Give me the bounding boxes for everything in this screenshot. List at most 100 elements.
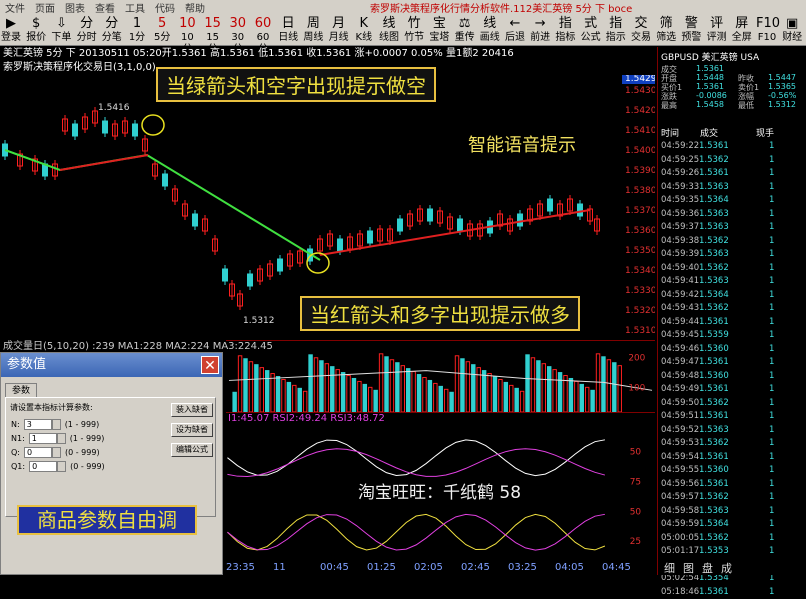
toolbar-button[interactable]: ⚖ 重传 <box>454 16 476 45</box>
tab-params[interactable]: 参数 <box>5 383 37 397</box>
trade-row[interactable]: 04:59:251.5362 1 <box>661 154 801 167</box>
trade-price: 1.5361 <box>699 586 729 597</box>
toolbar-button[interactable]: 评评测 <box>706 16 728 45</box>
menu-item[interactable]: 代码 <box>150 0 180 15</box>
trade-row[interactable]: 04:59:541.5361 1 <box>661 451 801 464</box>
param-input[interactable]: 0 <box>24 447 52 458</box>
toolbar-button[interactable]: ⇩ 下单 <box>50 16 72 45</box>
trade-row[interactable]: 04:59:511.5361 1 <box>661 410 801 423</box>
menu-item[interactable]: 文件 <box>0 0 30 15</box>
toolbar-button[interactable]: 月月线 <box>328 16 350 45</box>
trade-row[interactable]: 05:00:051.5362 1 <box>661 532 801 545</box>
toolbar-button[interactable]: 指指示 <box>605 16 627 45</box>
trade-price: 1.5361 <box>699 451 729 462</box>
toolbar-button[interactable]: 分分笔 <box>101 16 123 45</box>
trade-price: 1.5363 <box>699 181 729 192</box>
dialog-button[interactable]: 装入缺省 <box>171 403 213 417</box>
trade-row[interactable]: 05:01:171.5353 1 <box>661 545 801 558</box>
trade-row[interactable]: 04:59:481.5360 1 <box>661 370 801 383</box>
trade-row[interactable]: 04:59:571.5362 1 <box>661 491 801 504</box>
param-input[interactable]: 3 <box>23 419 52 430</box>
toolbar-button[interactable]: 1 1分 <box>126 16 148 45</box>
toolbar-button[interactable]: K K线 <box>353 16 375 45</box>
close-icon[interactable]: ✕ <box>201 356 219 374</box>
dialog-button[interactable]: 设为缺省 <box>171 423 213 437</box>
trade-row[interactable]: 04:59:501.5362 1 <box>661 397 801 410</box>
trade-price: 1.5361 <box>699 478 729 489</box>
toolbar-label: 竹节 <box>404 32 425 43</box>
trade-row[interactable]: 04:59:381.5362 1 <box>661 235 801 248</box>
toolbar-button[interactable]: ▶ 登录 <box>0 16 22 45</box>
quote-field: 1.5361 <box>696 64 724 73</box>
trade-row[interactable]: 04:59:461.5360 1 <box>661 343 801 356</box>
trade-row[interactable]: 04:59:521.5363 1 <box>661 424 801 437</box>
toolbar-button[interactable]: 宝宝塔 <box>428 16 450 45</box>
toolbar-button[interactable]: F10 F10 <box>756 16 780 45</box>
trade-volume: 1 <box>769 546 775 556</box>
trade-row[interactable]: 04:59:361.5363 1 <box>661 208 801 221</box>
trade-row[interactable]: 04:59:401.5362 1 <box>661 262 801 275</box>
trade-row[interactable]: 04:59:491.5361 1 <box>661 383 801 396</box>
toolbar-button[interactable]: 1010分 <box>176 16 198 55</box>
menu-item[interactable]: 页面 <box>30 0 60 15</box>
menu-item[interactable]: 工具 <box>120 0 150 15</box>
toolbar-button[interactable]: 屏全屏 <box>731 16 753 45</box>
trade-row[interactable]: 04:59:471.5361 1 <box>661 356 801 369</box>
trade-row[interactable]: 04:59:431.5362 1 <box>661 302 801 315</box>
param-stepper[interactable] <box>56 433 66 444</box>
toolbar-button[interactable]: 警预警 <box>680 16 702 45</box>
toolbar-button[interactable]: 式公式 <box>580 16 602 45</box>
bottom-tab[interactable]: 成 <box>721 562 732 575</box>
trade-row[interactable]: 04:59:331.5363 1 <box>661 181 801 194</box>
toolbar-button[interactable]: ← 后退 <box>504 16 526 45</box>
trade-row[interactable]: 04:59:391.5363 1 <box>661 248 801 261</box>
trade-row[interactable]: 04:59:351.5364 1 <box>661 194 801 207</box>
param-stepper[interactable] <box>51 419 61 430</box>
trade-row[interactable]: 04:59:531.5362 1 <box>661 437 801 450</box>
param-stepper[interactable] <box>52 447 61 458</box>
trade-row[interactable]: 04:59:441.5361 1 <box>661 316 801 329</box>
toolbar-button[interactable]: 指指标 <box>554 16 576 45</box>
toolbar-button[interactable]: 5 5分 <box>151 16 173 45</box>
trade-row[interactable]: 04:59:371.5363 1 <box>661 221 801 234</box>
trade-row[interactable]: 04:59:561.5361 1 <box>661 478 801 491</box>
trade-row[interactable]: 04:59:451.5359 1 <box>661 329 801 342</box>
menu-item[interactable]: 查看 <box>90 0 120 15</box>
param-input[interactable]: 0 <box>29 461 58 472</box>
toolbar-button[interactable]: 6060分 <box>252 16 274 55</box>
trade-row[interactable]: 04:59:551.5360 1 <box>661 464 801 477</box>
bottom-tab[interactable]: 盘 <box>702 562 713 575</box>
toolbar-button[interactable]: $ 报价 <box>25 16 47 45</box>
toolbar-button[interactable]: 1515分 <box>202 16 224 55</box>
param-range: (1 - 999) <box>69 434 105 443</box>
toolbar-button[interactable]: 周周线 <box>302 16 324 45</box>
param-range: (0 - 999) <box>70 462 105 471</box>
menu-item[interactable]: 帮助 <box>180 0 210 15</box>
trade-row[interactable]: 05:18:461.5361 1 <box>661 586 801 599</box>
toolbar-button[interactable]: 线线图 <box>378 16 400 45</box>
toolbar-button[interactable]: 竹竹节 <box>403 16 425 45</box>
trade-row[interactable]: 04:59:421.5364 1 <box>661 289 801 302</box>
trade-row[interactable]: 04:59:591.5364 1 <box>661 518 801 531</box>
toolbar-button[interactable]: 日日线 <box>277 16 299 45</box>
bottom-tab[interactable]: 图 <box>683 562 694 575</box>
trade-row[interactable]: 04:59:411.5363 1 <box>661 275 801 288</box>
param-stepper[interactable] <box>57 461 67 472</box>
volume-bar <box>601 356 606 412</box>
toolbar-button[interactable]: 交交易 <box>630 16 652 45</box>
bottom-tab[interactable]: 细 <box>664 562 675 575</box>
toolbar-button[interactable]: 3030分 <box>227 16 249 55</box>
toolbar-button[interactable]: 筛筛选 <box>655 16 677 45</box>
menu-item[interactable]: 图表 <box>60 0 90 15</box>
toolbar-button[interactable]: ▣ 财经 <box>781 16 803 45</box>
trade-row[interactable]: 04:59:581.5363 1 <box>661 505 801 518</box>
param-input[interactable]: 1 <box>28 433 57 444</box>
toolbar-button[interactable]: 分分时 <box>76 16 98 45</box>
trade-row[interactable]: 04:59:261.5361 1 <box>661 167 801 180</box>
dialog-button[interactable]: 编辑公式 <box>171 443 213 457</box>
toolbar-button[interactable]: 线画线 <box>479 16 501 45</box>
trade-price: 1.5362 <box>699 262 729 273</box>
toolbar-button[interactable]: → 前进 <box>529 16 551 45</box>
trade-row[interactable]: 04:59:221.5361 1 <box>661 140 801 153</box>
taobao-contact-label: 淘宝旺旺：千纸鹤 58 <box>358 483 522 503</box>
